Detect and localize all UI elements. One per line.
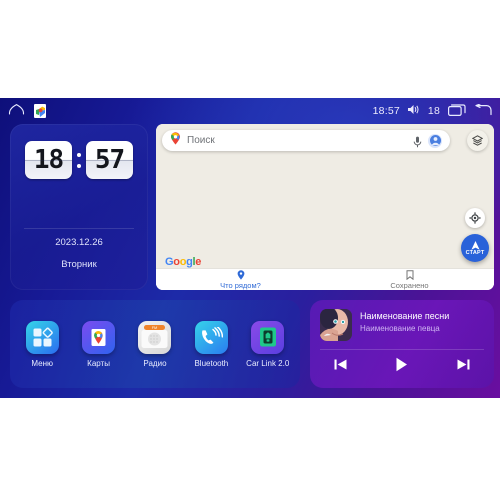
app-label-bluetooth: Bluetooth	[194, 358, 229, 368]
map-tab-bar: Что рядом? Сохранено	[156, 268, 494, 290]
status-bar: 18:57 18	[0, 98, 500, 124]
map-tab-saved[interactable]: Сохранено	[325, 269, 494, 290]
app-label-menu: Меню	[31, 358, 53, 368]
car-head-unit-screen: 18:57 18 18 57 2023.12.26 Вторник Поиск …	[0, 98, 500, 398]
clock-minutes-value: 57	[94, 145, 125, 175]
account-avatar-icon[interactable]	[428, 133, 442, 148]
app-shortcut-maps[interactable]: Карты	[73, 320, 125, 368]
music-divider	[320, 349, 484, 350]
map-widget[interactable]: Поиск Google СТАРТ Что рядом? Сохранено	[156, 124, 494, 290]
music-controls	[310, 356, 494, 373]
clock-weekday: Вторник	[61, 259, 97, 270]
recents-icon[interactable]	[448, 103, 466, 119]
clock-hours: 18	[25, 141, 72, 179]
home-icon[interactable]	[8, 102, 25, 120]
google-maps-icon	[82, 320, 116, 354]
start-button-label: СТАРТ	[465, 250, 485, 256]
clock-hours-value: 18	[33, 145, 64, 175]
map-pin-icon	[170, 131, 181, 150]
volume-level: 18	[427, 105, 440, 117]
start-navigation-button[interactable]: СТАРТ	[461, 234, 489, 262]
apps-grid-icon	[25, 320, 59, 354]
google-maps-notification-icon[interactable]	[34, 104, 46, 118]
clock-minutes: 57	[86, 141, 133, 179]
app-label-radio: Радио	[143, 358, 167, 368]
clock-colon	[75, 152, 83, 168]
bluetooth-phone-icon	[194, 320, 228, 354]
map-layers-icon	[472, 135, 483, 146]
music-player-widget: Наименование песни Наименование певца	[310, 300, 494, 388]
app-label-carlink: Car Link 2.0	[246, 358, 290, 368]
app-shortcut-carlink[interactable]: Car Link 2.0	[242, 320, 294, 368]
clock-widget[interactable]: 18 57 2023.12.26 Вторник	[10, 124, 148, 290]
back-icon[interactable]	[474, 102, 492, 119]
app-label-maps: Карты	[87, 358, 110, 368]
app-shortcut-menu[interactable]: Меню	[16, 320, 68, 368]
microphone-icon[interactable]	[413, 135, 422, 147]
map-tab-saved-label: Сохранено	[390, 280, 429, 290]
map-pin-icon	[237, 269, 244, 280]
bookmark-icon	[406, 269, 413, 280]
clock-date: 2023.12.26	[55, 237, 103, 248]
google-attribution: Google	[165, 256, 202, 268]
previous-track-button[interactable]	[333, 357, 348, 372]
next-track-button[interactable]	[456, 357, 471, 372]
map-tab-nearby[interactable]: Что рядом?	[156, 269, 325, 290]
skip-next-icon	[457, 359, 470, 370]
track-title: Наименование песни	[360, 311, 450, 321]
volume-icon[interactable]	[407, 104, 420, 118]
svg-text:FM: FM	[152, 326, 157, 330]
map-layers-button[interactable]	[467, 130, 488, 151]
skip-previous-icon	[334, 359, 347, 370]
flip-clock: 18 57	[10, 141, 148, 179]
play-button[interactable]	[393, 356, 410, 373]
play-icon	[396, 357, 408, 372]
my-location-button[interactable]	[465, 208, 485, 228]
app-shortcut-bluetooth[interactable]: Bluetooth	[185, 320, 237, 368]
car-link-icon	[251, 320, 285, 354]
status-bar-right: 18:57 18	[373, 98, 492, 124]
app-shortcuts-panel: Меню Карты FM Радио Bluetooth Car Link 2…	[10, 300, 300, 388]
track-artist: Наименование певца	[360, 324, 440, 333]
map-tab-nearby-label: Что рядом?	[220, 280, 261, 290]
radio-icon: FM	[138, 320, 172, 354]
status-bar-time: 18:57	[372, 105, 400, 117]
map-search-bar[interactable]: Поиск	[162, 130, 450, 151]
status-bar-left	[8, 98, 46, 124]
my-location-icon	[469, 212, 481, 224]
app-shortcut-radio[interactable]: FM Радио	[129, 320, 181, 368]
album-art[interactable]	[320, 309, 352, 341]
search-input[interactable]: Поиск	[187, 135, 407, 146]
clock-divider	[24, 228, 134, 229]
